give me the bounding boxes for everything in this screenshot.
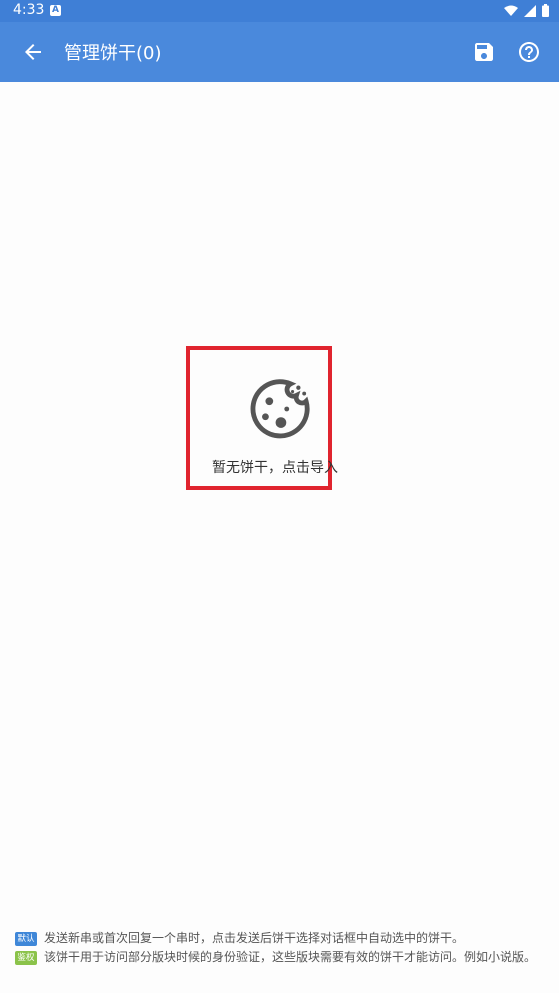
- app-bar: 管理饼干(0): [0, 22, 559, 82]
- notes-section: 默认 发送新串或首次回复一个串时，点击发送后饼干选择对话框中自动选中的饼干。 鉴…: [15, 930, 545, 968]
- auth-tag: 鉴权: [15, 951, 37, 965]
- note-auth-text: 该饼干用于访问部分版块时候的身份验证，这些版块需要有效的饼干才能访问。例如小说版…: [44, 950, 537, 964]
- battery-icon: [542, 4, 549, 17]
- cookie-icon: [250, 379, 310, 439]
- note-auth: 鉴权 该饼干用于访问部分版块时候的身份验证，这些版块需要有效的饼干才能访问。例如…: [15, 949, 545, 966]
- save-icon[interactable]: [472, 40, 496, 64]
- default-tag: 默认: [15, 932, 37, 946]
- help-icon[interactable]: [517, 40, 541, 64]
- page-title: 管理饼干(0): [64, 43, 162, 64]
- notification-icon: A: [50, 5, 61, 16]
- back-arrow-icon[interactable]: [21, 40, 45, 64]
- note-default: 默认 发送新串或首次回复一个串时，点击发送后饼干选择对话框中自动选中的饼干。: [15, 930, 545, 947]
- empty-state-message[interactable]: 暂无饼干，点击导入: [212, 457, 338, 477]
- note-default-text: 发送新串或首次回复一个串时，点击发送后饼干选择对话框中自动选中的饼干。: [44, 931, 465, 945]
- status-bar: 4:33 A: [0, 0, 559, 22]
- status-icons: [504, 4, 549, 17]
- wifi-icon: [504, 5, 518, 16]
- status-time: 4:33: [13, 2, 45, 18]
- signal-icon: [524, 4, 536, 17]
